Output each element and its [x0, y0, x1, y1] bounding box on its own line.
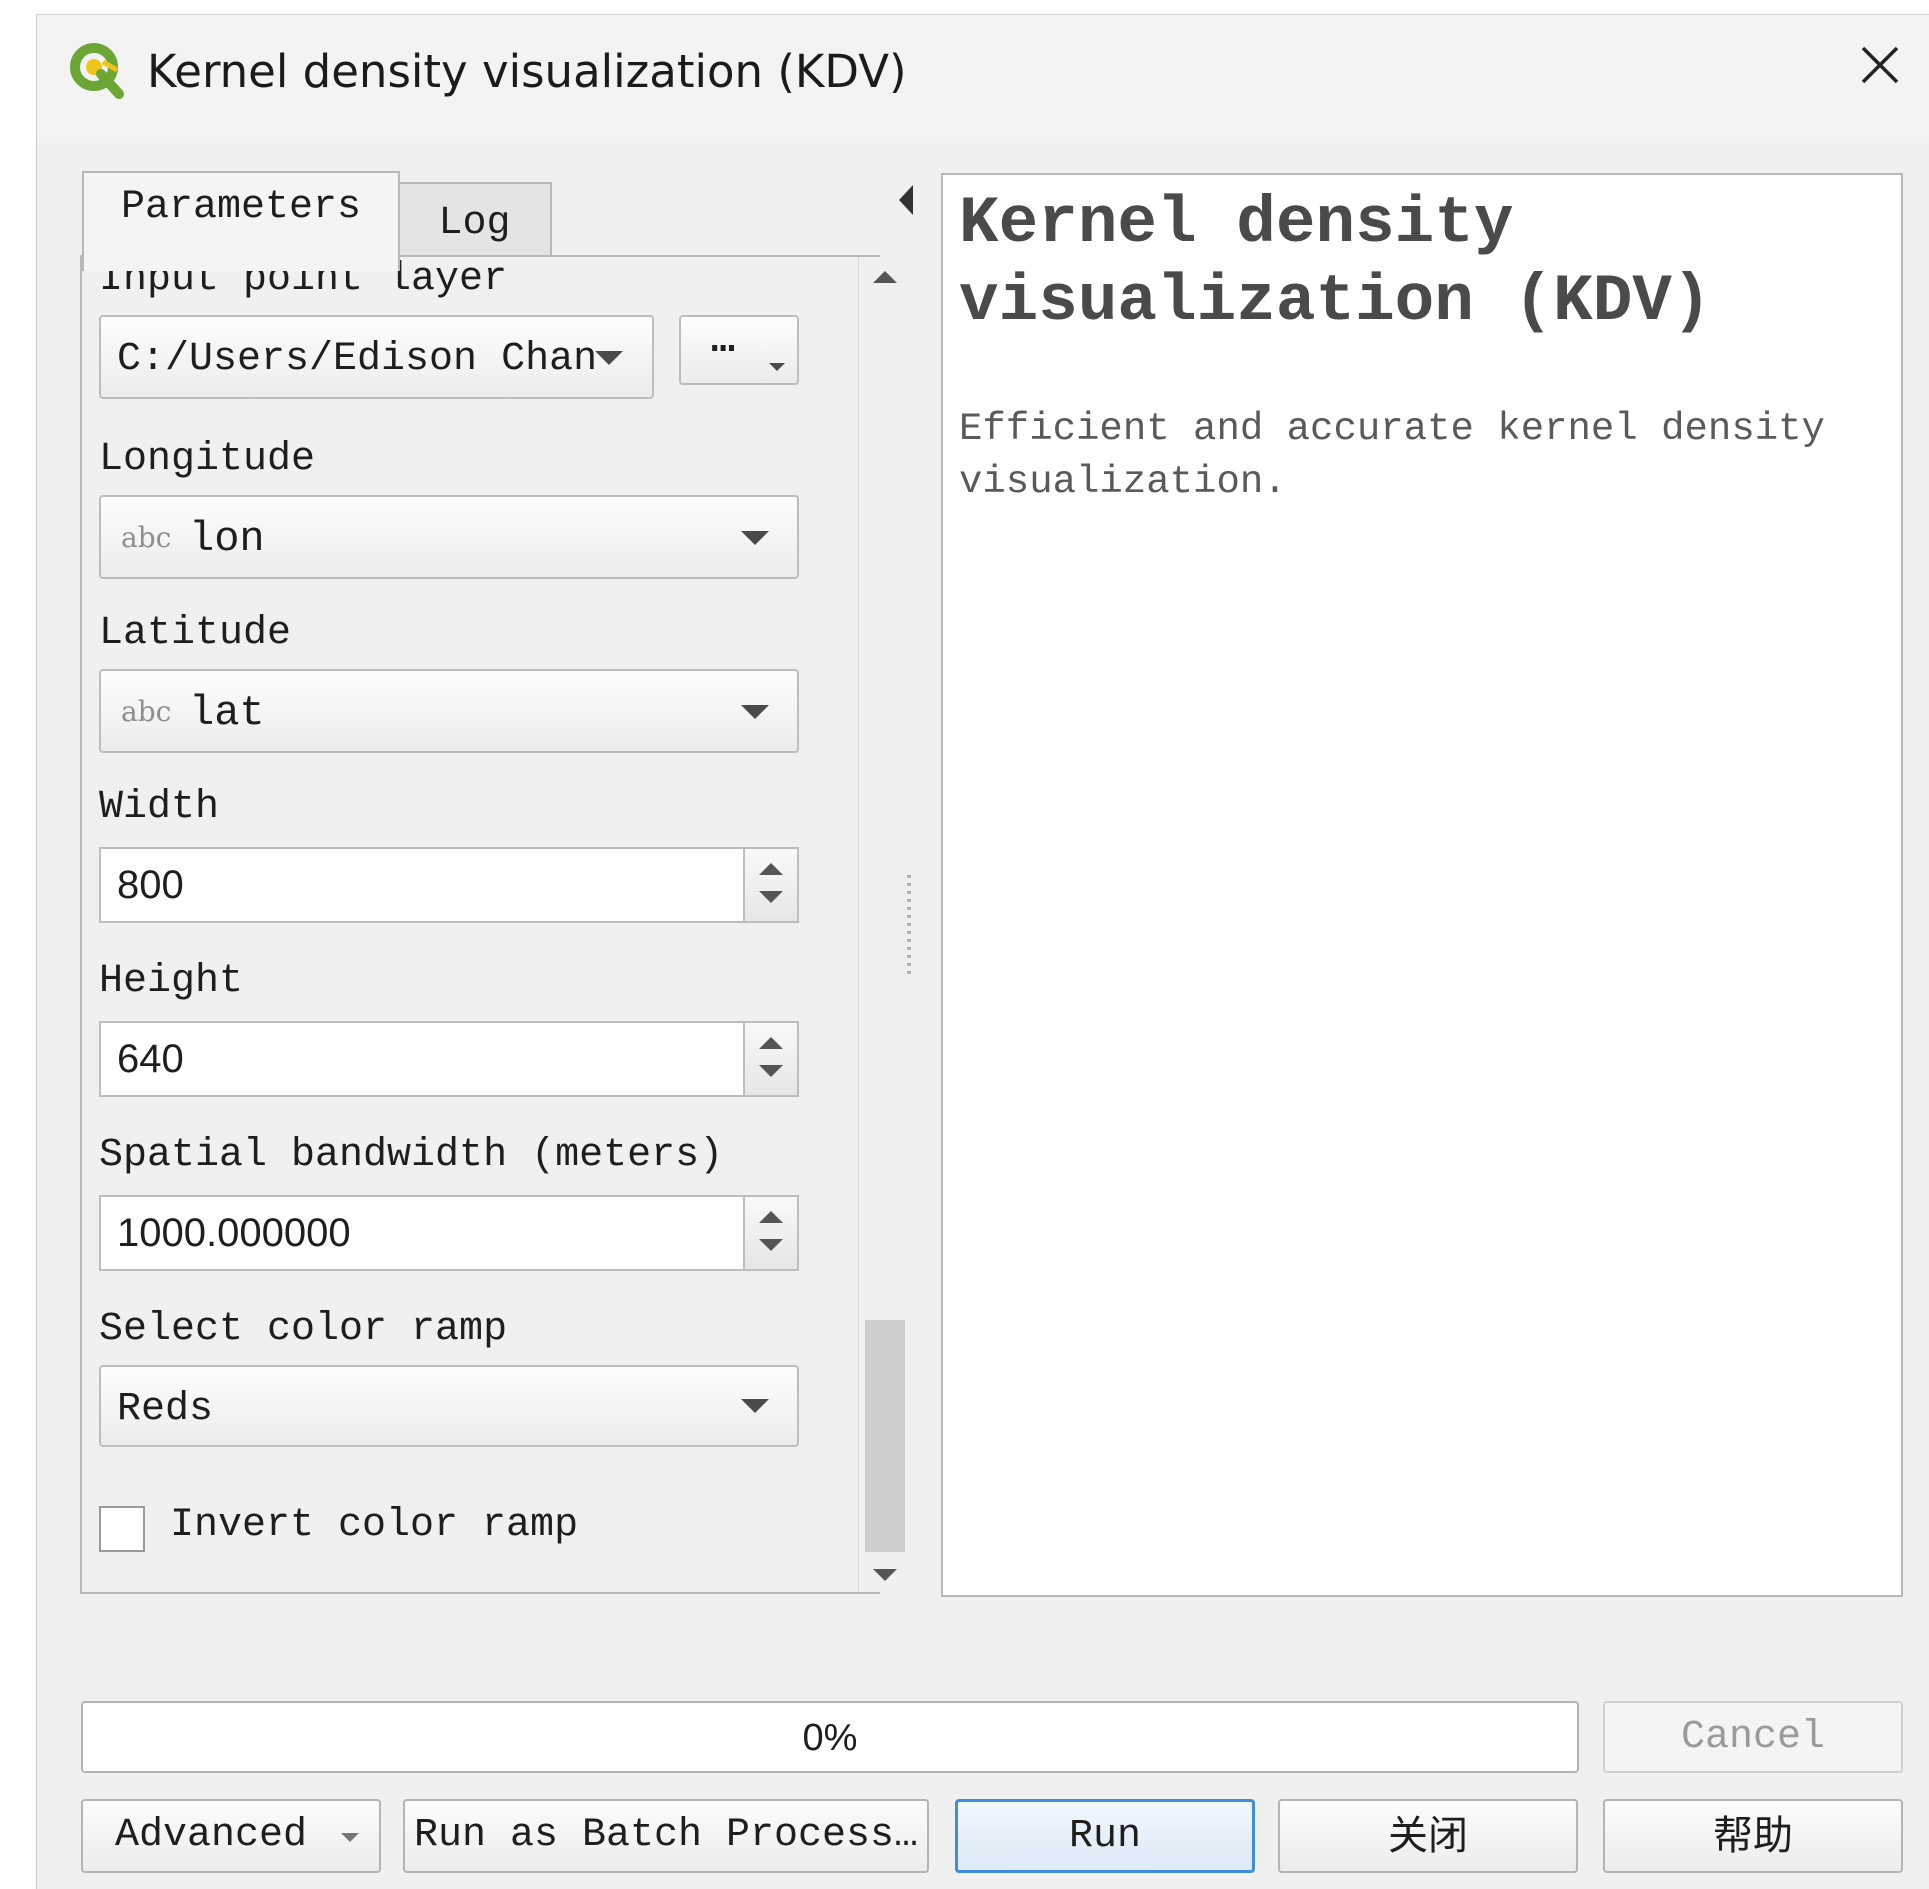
input-layer-value: C:/Users/Edison Chan — [117, 337, 598, 382]
tab-parameters[interactable]: Parameters — [82, 171, 400, 271]
longitude-value: lon — [189, 515, 265, 563]
latitude-value: lat — [189, 689, 265, 737]
progress-bar: 0% — [81, 1701, 1579, 1773]
browse-layer-button[interactable]: … — [679, 315, 799, 385]
help-description: Efficient and accurate kernel density vi… — [959, 407, 1825, 504]
close-button[interactable] — [1830, 15, 1929, 115]
step-down-icon[interactable] — [759, 891, 783, 903]
latitude-label: Latitude — [99, 611, 292, 656]
invert-color-ramp-checkbox[interactable] — [99, 1506, 145, 1552]
bandwidth-stepper[interactable] — [743, 1197, 797, 1269]
step-up-icon[interactable] — [759, 1037, 783, 1049]
width-label: Width — [99, 785, 220, 830]
width-value: 800 — [117, 863, 184, 907]
step-down-icon[interactable] — [759, 1065, 783, 1077]
splitter-handle[interactable] — [907, 875, 911, 975]
help-button[interactable]: 帮助 — [1603, 1799, 1903, 1873]
chevron-down-icon — [741, 531, 769, 545]
step-up-icon[interactable] — [759, 1211, 783, 1223]
width-stepper[interactable] — [743, 849, 797, 921]
collapse-help-icon[interactable] — [899, 185, 913, 215]
ellipsis-icon: … — [711, 319, 736, 364]
help-pane: Kernel density visualization (KDV) Effic… — [941, 173, 1903, 1597]
run-as-batch-button[interactable]: Run as Batch Process… — [403, 1799, 929, 1873]
color-ramp-label: Select color ramp — [99, 1307, 508, 1352]
text-field-type-icon: abc — [121, 695, 172, 728]
close-icon — [1861, 46, 1899, 84]
bandwidth-spinbox[interactable]: 1000.000000 — [99, 1195, 799, 1271]
run-button[interactable]: Run — [955, 1799, 1255, 1873]
input-layer-combo[interactable]: C:/Users/Edison Chan — [99, 315, 654, 399]
chevron-down-icon — [595, 351, 623, 365]
progress-text: 0% — [802, 1717, 858, 1759]
scrollbar-thumb[interactable] — [865, 1320, 905, 1552]
step-up-icon[interactable] — [759, 863, 783, 875]
window-title: Kernel density visualization (KDV) — [147, 45, 907, 98]
color-ramp-value: Reds — [117, 1387, 214, 1432]
chevron-down-icon — [741, 705, 769, 719]
height-stepper[interactable] — [743, 1023, 797, 1095]
chevron-down-icon — [341, 1833, 359, 1842]
title-bar: Kernel density visualization (KDV) — [37, 15, 1929, 143]
width-spinbox[interactable]: 800 — [99, 847, 799, 923]
vertical-scrollbar[interactable] — [858, 257, 911, 1592]
advanced-label: Advanced — [115, 1813, 308, 1858]
chevron-down-icon — [741, 1399, 769, 1413]
color-ramp-combo[interactable]: Reds — [99, 1365, 799, 1447]
step-down-icon[interactable] — [759, 1239, 783, 1251]
chevron-down-icon — [769, 363, 785, 371]
advanced-button[interactable]: Advanced — [81, 1799, 381, 1873]
scroll-up-icon[interactable] — [873, 271, 897, 283]
bandwidth-label: Spatial bandwidth (meters) — [99, 1133, 724, 1178]
latitude-combo[interactable]: abc lat — [99, 669, 799, 753]
invert-color-ramp-label: Invert color ramp — [170, 1503, 579, 1548]
text-field-type-icon: abc — [121, 521, 172, 554]
bandwidth-value: 1000.000000 — [117, 1211, 351, 1255]
scroll-down-icon[interactable] — [873, 1569, 897, 1581]
height-label: Height — [99, 959, 244, 1004]
longitude-combo[interactable]: abc lon — [99, 495, 799, 579]
cancel-button[interactable]: Cancel — [1603, 1701, 1903, 1773]
help-title: Kernel density visualization (KDV) — [959, 186, 1712, 339]
close-dialog-button[interactable]: 关闭 — [1278, 1799, 1578, 1873]
qgis-logo-icon — [67, 40, 127, 100]
height-value: 640 — [117, 1037, 184, 1081]
kdv-dialog: Kernel density visualization (KDV) Param… — [36, 14, 1929, 1889]
parameters-panel: Input point layer C:/Users/Edison Chan …… — [80, 255, 911, 1594]
longitude-label: Longitude — [99, 437, 316, 482]
height-spinbox[interactable]: 640 — [99, 1021, 799, 1097]
